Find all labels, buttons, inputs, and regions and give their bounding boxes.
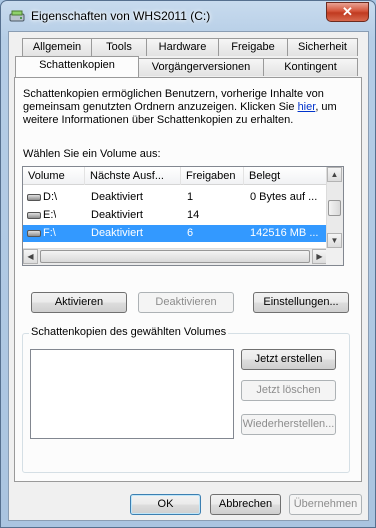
- settings-button[interactable]: Einstellungen...: [253, 292, 349, 313]
- table-row[interactable]: D:\ Deaktiviert 1 0 Bytes auf ...: [23, 189, 328, 206]
- column-header-shares[interactable]: Freigaben: [181, 167, 244, 185]
- restore-button[interactable]: Wiederherstellen...: [241, 414, 336, 435]
- cell-shares: 14: [187, 209, 200, 221]
- hard-drive-icon: [27, 194, 41, 201]
- table-row[interactable]: E:\ Deaktiviert 14: [23, 207, 328, 224]
- tab-hardware[interactable]: Hardware: [146, 38, 219, 56]
- volume-list-header: Volume Nächste Ausf... Freigaben Belegt: [23, 167, 328, 185]
- scroll-down-icon[interactable]: ▼: [327, 233, 342, 248]
- tab-general[interactable]: Allgemein: [22, 38, 92, 56]
- help-link[interactable]: hier: [298, 101, 316, 113]
- horizontal-scrollbar[interactable]: ◀ ▶: [23, 248, 328, 265]
- volume-select-label: Wählen Sie ein Volume aus:: [23, 148, 161, 160]
- cell-used: 0 Bytes auf ...: [250, 191, 318, 203]
- apply-button[interactable]: Übernehmen: [289, 494, 362, 515]
- column-header-volume[interactable]: Volume: [23, 167, 85, 185]
- scroll-left-icon[interactable]: ◀: [23, 249, 38, 264]
- cell-used: 142516 MB ...: [250, 227, 319, 239]
- close-icon: ✕: [342, 4, 353, 19]
- snapshots-groupbox: Schattenkopien des gewählten Volumes Jet…: [22, 326, 350, 473]
- vertical-scroll-thumb[interactable]: [328, 200, 341, 216]
- close-button[interactable]: ✕: [326, 2, 369, 22]
- delete-now-button[interactable]: Jetzt löschen: [241, 380, 336, 401]
- tab-tools[interactable]: Tools: [91, 38, 147, 56]
- cell-volume: E:\: [43, 209, 57, 221]
- cell-used: [250, 207, 326, 224]
- cell-next-run: Deaktiviert: [91, 227, 143, 239]
- scroll-right-icon[interactable]: ▶: [312, 249, 327, 264]
- window-title: Eigenschaften von WHS2011 (C:): [31, 9, 211, 23]
- column-header-next-run[interactable]: Nächste Ausf...: [85, 167, 181, 185]
- drive-icon: [9, 10, 25, 22]
- description-text: Schattenkopien ermöglichen Benutzern, vo…: [23, 88, 353, 127]
- properties-window: Eigenschaften von WHS2011 (C:) ✕ Allgeme…: [0, 0, 376, 528]
- scroll-up-icon[interactable]: ▲: [327, 167, 342, 182]
- horizontal-scroll-thumb[interactable]: [40, 250, 310, 263]
- hard-drive-icon: [27, 230, 41, 237]
- ok-button[interactable]: OK: [130, 494, 201, 515]
- title-bar[interactable]: Eigenschaften von WHS2011 (C:) ✕: [1, 1, 375, 31]
- cell-volume: F:\: [43, 227, 56, 239]
- tab-quota[interactable]: Kontingent: [263, 58, 358, 76]
- tab-sharing[interactable]: Freigabe: [218, 38, 288, 56]
- cancel-button[interactable]: Abbrechen: [210, 494, 281, 515]
- description-part1: Schattenkopien ermöglichen Benutzern, vo…: [23, 88, 324, 113]
- cell-shares: 6: [187, 227, 194, 239]
- cell-next-run: Deaktiviert: [91, 191, 143, 203]
- dialog-client-area: Allgemein Tools Hardware Freigabe Sicher…: [8, 31, 369, 521]
- disable-button[interactable]: Deaktivieren: [138, 292, 234, 313]
- shadow-copies-panel: Schattenkopien ermöglichen Benutzern, vo…: [14, 77, 362, 482]
- vertical-scrollbar[interactable]: ▲ ▼: [326, 167, 343, 250]
- volume-list[interactable]: Volume Nächste Ausf... Freigaben Belegt …: [22, 166, 344, 266]
- tab-shadow-copies[interactable]: Schattenkopien: [15, 56, 139, 77]
- table-row-selected[interactable]: F:\ Deaktiviert 6 142516 MB ...: [23, 225, 328, 242]
- hard-drive-icon: [27, 212, 41, 219]
- column-header-used[interactable]: Belegt: [244, 167, 328, 185]
- cell-next-run: Deaktiviert: [91, 209, 143, 221]
- enable-button[interactable]: Aktivieren: [31, 292, 127, 313]
- snapshots-group-title: Schattenkopien des gewählten Volumes: [29, 326, 229, 338]
- tab-previous-versions[interactable]: Vorgängerversionen: [138, 58, 264, 76]
- create-now-button[interactable]: Jetzt erstellen: [241, 349, 336, 370]
- cell-shares: 1: [187, 191, 194, 203]
- snapshot-list[interactable]: [30, 349, 234, 439]
- tab-security[interactable]: Sicherheit: [287, 38, 358, 56]
- cell-volume: D:\: [43, 191, 58, 203]
- scrollbar-corner: [326, 248, 343, 265]
